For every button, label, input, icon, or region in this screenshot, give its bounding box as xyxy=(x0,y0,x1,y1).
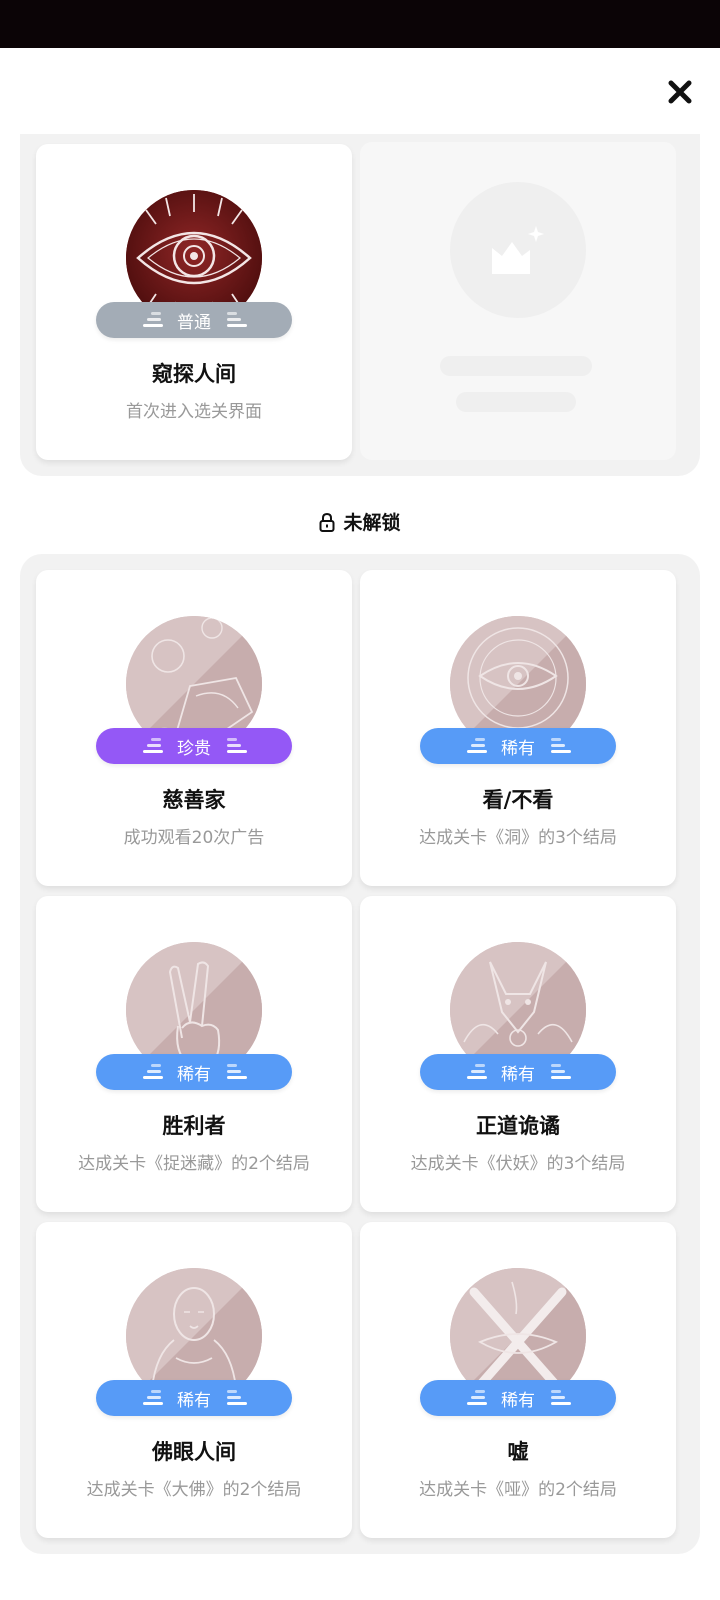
stack-lines-icon xyxy=(467,738,487,753)
placeholder-card xyxy=(360,142,676,460)
top-bar xyxy=(0,48,720,134)
achievement-desc: 达成关卡《伏妖》的3个结局 xyxy=(410,1154,626,1174)
achievement-desc: 达成关卡《哑》的2个结局 xyxy=(419,1480,617,1500)
badge-label: 稀有 xyxy=(501,1390,535,1411)
placeholder-image xyxy=(450,182,586,318)
achievement-title: 正道诡谲 xyxy=(476,1114,560,1138)
stack-lines-icon xyxy=(551,1064,571,1079)
status-bar xyxy=(0,0,720,48)
achievement-card[interactable]: 稀有 看/不看 达成关卡《洞》的3个结局 xyxy=(360,570,676,886)
badge-label: 稀有 xyxy=(501,1064,535,1085)
badge-label: 稀有 xyxy=(501,738,535,759)
rarity-badge: 稀有 xyxy=(96,1054,292,1090)
achievement-title: 嘘 xyxy=(507,1440,529,1464)
stack-lines-icon xyxy=(551,738,571,753)
close-icon xyxy=(668,80,692,104)
achievement-title: 胜利者 xyxy=(162,1114,226,1138)
achievement-desc: 达成关卡《大佛》的2个结局 xyxy=(86,1480,302,1500)
achievement-card[interactable]: 普通 窥探人间 首次进入选关界面 xyxy=(36,144,352,460)
locked-heading: 未解锁 xyxy=(0,508,720,535)
achievement-desc: 达成关卡《捉迷藏》的2个结局 xyxy=(78,1154,310,1174)
locked-section: 珍贵 慈善家 成功观看20次广告 稀有 看/不看 达成关卡《洞》的3个结局 稀有… xyxy=(20,554,700,1554)
unlocked-section: 普通 窥探人间 首次进入选关界面 xyxy=(20,134,700,476)
locked-label: 未解锁 xyxy=(343,512,401,534)
stack-lines-icon xyxy=(551,1390,571,1405)
stack-lines-icon xyxy=(227,1064,247,1079)
lock-icon xyxy=(319,512,335,532)
placeholder-desc xyxy=(456,392,576,412)
stack-lines-icon xyxy=(227,312,247,327)
stack-lines-icon xyxy=(143,312,163,327)
badge-label: 稀有 xyxy=(177,1390,211,1411)
achievement-title: 慈善家 xyxy=(162,788,226,812)
stack-lines-icon xyxy=(227,1390,247,1405)
achievement-title: 看/不看 xyxy=(482,788,554,812)
image-placeholder-icon xyxy=(492,226,544,274)
rarity-badge: 珍贵 xyxy=(96,728,292,764)
badge-label: 珍贵 xyxy=(177,738,211,759)
rarity-badge: 稀有 xyxy=(420,1054,616,1090)
rarity-badge: 稀有 xyxy=(96,1380,292,1416)
achievement-card[interactable]: 稀有 佛眼人间 达成关卡《大佛》的2个结局 xyxy=(36,1222,352,1538)
achievement-card[interactable]: 稀有 嘘 达成关卡《哑》的2个结局 xyxy=(360,1222,676,1538)
achievement-desc: 成功观看20次广告 xyxy=(123,828,265,848)
close-button[interactable] xyxy=(666,78,694,106)
achievement-card[interactable]: 稀有 胜利者 达成关卡《捉迷藏》的2个结局 xyxy=(36,896,352,1212)
achievement-card[interactable]: 稀有 正道诡谲 达成关卡《伏妖》的3个结局 xyxy=(360,896,676,1212)
achievement-desc: 首次进入选关界面 xyxy=(126,402,262,422)
stack-lines-icon xyxy=(467,1390,487,1405)
achievement-card[interactable]: 珍贵 慈善家 成功观看20次广告 xyxy=(36,570,352,886)
achievement-title: 窥探人间 xyxy=(152,362,236,386)
stack-lines-icon xyxy=(227,738,247,753)
achievement-title: 佛眼人间 xyxy=(152,1440,236,1464)
rarity-badge: 普通 xyxy=(96,302,292,338)
placeholder-title xyxy=(440,356,592,376)
badge-label: 稀有 xyxy=(177,1064,211,1085)
rarity-badge: 稀有 xyxy=(420,728,616,764)
stack-lines-icon xyxy=(143,1064,163,1079)
badge-label: 普通 xyxy=(177,312,211,333)
rarity-badge: 稀有 xyxy=(420,1380,616,1416)
stack-lines-icon xyxy=(143,1390,163,1405)
achievement-desc: 达成关卡《洞》的3个结局 xyxy=(419,828,617,848)
stack-lines-icon xyxy=(467,1064,487,1079)
stack-lines-icon xyxy=(143,738,163,753)
